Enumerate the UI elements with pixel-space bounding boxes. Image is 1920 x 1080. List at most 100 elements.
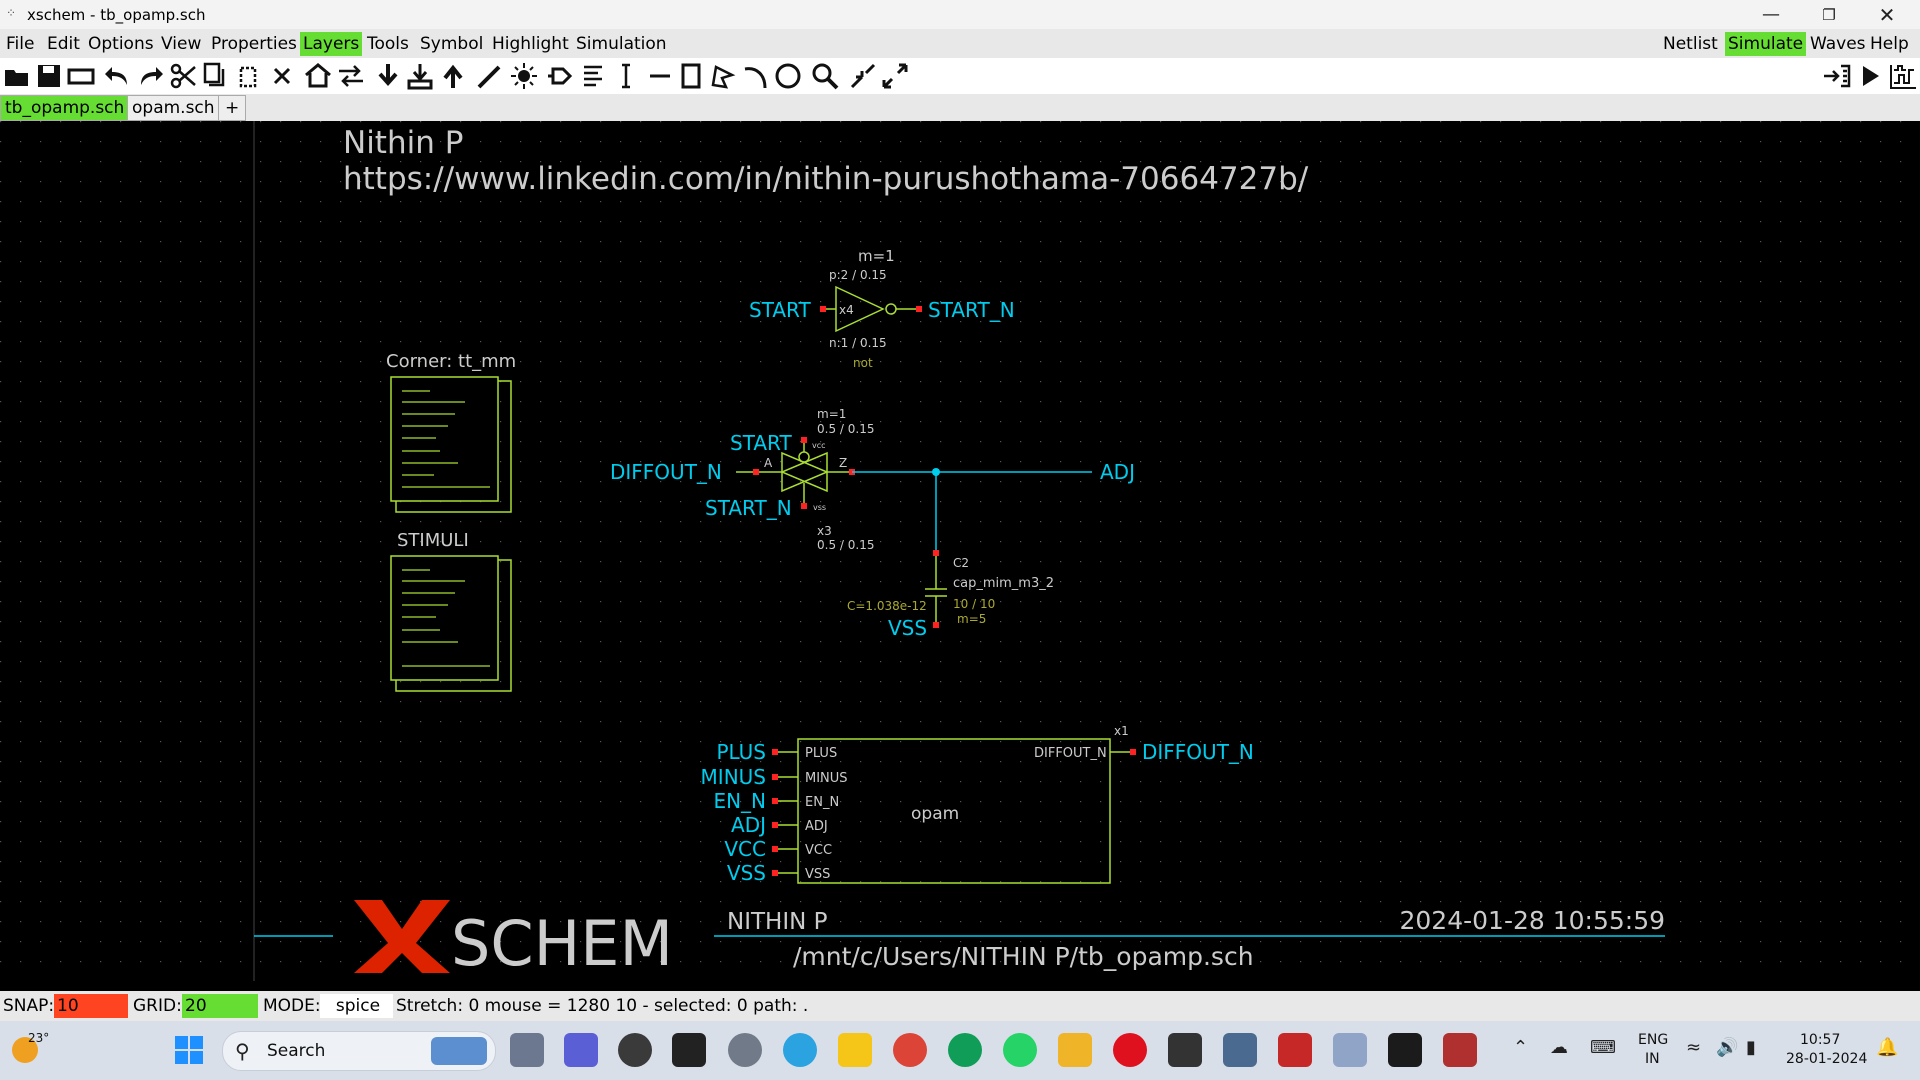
close-button[interactable]: ✕: [1858, 2, 1916, 28]
insert-symbol-icon[interactable]: [373, 61, 403, 91]
tray-chevron-icon[interactable]: ⌃: [1513, 1037, 1528, 1058]
whatsapp-icon[interactable]: [1003, 1033, 1037, 1067]
netlist-icon[interactable]: [1822, 61, 1852, 91]
grid-input[interactable]: 20: [182, 994, 258, 1018]
zoom-full-icon[interactable]: [880, 61, 910, 91]
menu-view[interactable]: View: [158, 32, 204, 56]
xlaunch-icon[interactable]: [1388, 1033, 1422, 1067]
wire-icon[interactable]: [475, 61, 505, 91]
cut-icon[interactable]: [168, 61, 198, 91]
file-explorer-icon[interactable]: [1058, 1033, 1092, 1067]
menu-netlist[interactable]: Netlist: [1660, 32, 1721, 56]
open-icon[interactable]: [2, 61, 32, 91]
home-icon[interactable]: [303, 61, 333, 91]
copy-icon[interactable]: [199, 61, 229, 91]
tab-tb-opamp[interactable]: tb_opamp.sch: [0, 95, 130, 121]
teams-icon[interactable]: [564, 1033, 598, 1067]
menu-tools[interactable]: Tools: [364, 32, 412, 56]
minimize-button[interactable]: —: [1742, 2, 1800, 28]
zoom-icon[interactable]: [810, 61, 840, 91]
windows-start-icon[interactable]: [172, 1033, 206, 1067]
chrome-icon[interactable]: [893, 1033, 927, 1067]
onedrive-icon[interactable]: ☁: [1550, 1037, 1568, 1058]
zoom-in-icon[interactable]: [848, 61, 878, 91]
xserver-icon[interactable]: [1278, 1033, 1312, 1067]
waves-icon[interactable]: [1888, 61, 1918, 91]
circle-icon[interactable]: [773, 61, 803, 91]
menu-edit[interactable]: Edit: [44, 32, 83, 56]
text-icon[interactable]: [578, 61, 608, 91]
new-tab-button[interactable]: +: [218, 95, 247, 121]
redo-icon[interactable]: [135, 61, 165, 91]
net-label-minus[interactable]: MINUS: [701, 765, 766, 789]
keyboard-icon[interactable]: ⌨: [1590, 1037, 1616, 1058]
snipping-tool-icon[interactable]: [1443, 1033, 1477, 1067]
save-icon[interactable]: [34, 61, 64, 91]
menu-file[interactable]: File: [3, 32, 37, 56]
schematic-canvas[interactable]: Nithin P https://www.linkedin.com/in/nit…: [0, 121, 1920, 981]
net-label-start-n-ctrl[interactable]: START_N: [705, 496, 792, 520]
net-label-adj[interactable]: ADJ: [1100, 460, 1135, 484]
swap-icon[interactable]: [336, 61, 366, 91]
restore-button[interactable]: ❐: [1800, 2, 1858, 28]
net-label-diffout-n-out[interactable]: DIFFOUT_N: [1142, 740, 1254, 764]
weather-widget[interactable]: 23°: [10, 1031, 50, 1071]
net-label-adj-opamp[interactable]: ADJ: [731, 813, 766, 837]
net-label-start-n[interactable]: START_N: [928, 298, 1015, 322]
net-label-start[interactable]: START: [749, 298, 811, 322]
tab-opam[interactable]: opam.sch: [127, 95, 220, 121]
media-player-icon[interactable]: [618, 1033, 652, 1067]
task-view-icon[interactable]: [510, 1033, 544, 1067]
duplicate-icon[interactable]: [233, 61, 263, 91]
terminal-icon[interactable]: [672, 1033, 706, 1067]
sticky-notes-icon[interactable]: [838, 1033, 872, 1067]
delete-icon[interactable]: [267, 61, 297, 91]
pin-icon[interactable]: [611, 61, 641, 91]
net-label-vcc[interactable]: VCC: [724, 837, 766, 861]
chrome-profile-icon[interactable]: [948, 1033, 982, 1067]
polygon-icon[interactable]: [708, 61, 738, 91]
menu-waves[interactable]: Waves: [1807, 32, 1869, 56]
notification-bell-icon[interactable]: 🔔: [1876, 1037, 1898, 1058]
undo-icon[interactable]: [103, 61, 133, 91]
rect-icon[interactable]: [676, 61, 706, 91]
volume-icon[interactable]: 🔊: [1716, 1037, 1738, 1058]
mode-value[interactable]: spice: [320, 994, 393, 1018]
highlight-icon[interactable]: [509, 61, 539, 91]
menu-options[interactable]: Options: [85, 32, 157, 56]
reload-icon[interactable]: [66, 61, 96, 91]
menu-highlight[interactable]: Highlight: [489, 32, 572, 56]
net-label-en-n[interactable]: EN_N: [713, 789, 766, 813]
pop-icon[interactable]: [438, 61, 468, 91]
clock-time[interactable]: 10:57: [1800, 1032, 1840, 1048]
battery-icon[interactable]: ▮: [1746, 1037, 1756, 1058]
opera-icon[interactable]: [1113, 1033, 1147, 1067]
corner-code-block[interactable]: [390, 376, 512, 513]
net-label-diffout-n-in[interactable]: DIFFOUT_N: [610, 460, 722, 484]
menu-simulate[interactable]: Simulate: [1725, 32, 1807, 56]
menu-layers[interactable]: Layers: [300, 32, 363, 56]
language-label[interactable]: ENG: [1638, 1032, 1668, 1048]
wifi-icon[interactable]: ≈: [1686, 1037, 1701, 1058]
net-label-plus[interactable]: PLUS: [716, 740, 766, 764]
net-label-vss[interactable]: VSS: [727, 861, 766, 885]
arc-icon[interactable]: [741, 61, 771, 91]
net-label-icon[interactable]: [545, 61, 575, 91]
menu-properties[interactable]: Properties: [208, 32, 300, 56]
remote-desktop-icon[interactable]: [1223, 1033, 1257, 1067]
console-icon[interactable]: [1168, 1033, 1202, 1067]
net-label-vss-cap[interactable]: VSS: [888, 616, 927, 640]
stimuli-code-block[interactable]: [390, 555, 512, 692]
xschem-taskbar-icon[interactable]: [1333, 1033, 1367, 1067]
net-label-start-ctrl[interactable]: START: [730, 431, 792, 455]
menu-help[interactable]: Help: [1867, 32, 1912, 56]
line-icon[interactable]: [645, 61, 675, 91]
search-box[interactable]: ⚲ Search: [222, 1031, 496, 1071]
menu-simulation[interactable]: Simulation: [573, 32, 670, 56]
run-icon[interactable]: [1855, 61, 1885, 91]
telegram-icon[interactable]: [783, 1033, 817, 1067]
snap-input[interactable]: 10: [54, 994, 128, 1018]
push-icon[interactable]: [405, 61, 435, 91]
settings-icon[interactable]: [728, 1033, 762, 1067]
menu-symbol[interactable]: Symbol: [417, 32, 486, 56]
